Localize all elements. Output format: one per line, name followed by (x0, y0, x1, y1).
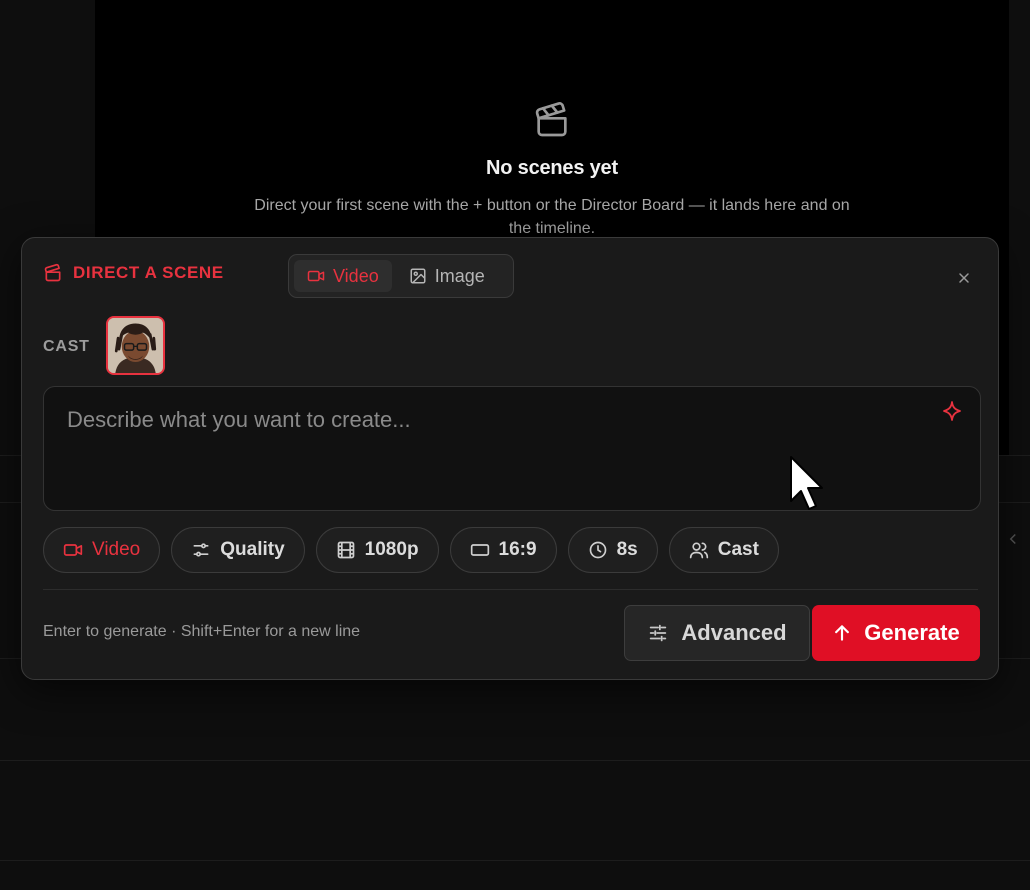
mode-video-button[interactable]: Video (294, 260, 392, 292)
empty-state-description: Direct your first scene with the + butto… (254, 197, 850, 237)
cast-label: CAST (43, 338, 90, 355)
aspect-ratio-icon (470, 544, 489, 556)
advanced-button[interactable]: Advanced (624, 605, 810, 661)
mode-video-label: Video (333, 265, 379, 286)
clapperboard-icon (44, 263, 61, 282)
chip-cast-label: Cast (717, 539, 759, 560)
sliders-icon (193, 543, 209, 557)
sparkle-icon[interactable] (940, 399, 964, 423)
prompt-input[interactable] (44, 387, 980, 510)
settings-chips: Video Quality 1080p 16:9 8s Cast (43, 527, 779, 573)
divider (0, 760, 1030, 761)
chip-duration-label: 8s (616, 539, 638, 560)
chip-video-label: Video (92, 539, 141, 560)
chip-duration[interactable]: 8s (567, 527, 658, 573)
video-icon (63, 544, 83, 556)
footer-actions: Advanced Generate (624, 605, 980, 661)
dialog-header: DIRECT A SCENE Video Image (43, 254, 978, 298)
chevron-icon[interactable] (1004, 530, 1022, 548)
empty-state: No scenes yet Direct your first scene wi… (95, 100, 1009, 240)
mode-image-label: Image (434, 265, 485, 286)
sliders-icon (650, 624, 667, 642)
direct-scene-dialog: DIRECT A SCENE Video Image CAST Describe… (21, 237, 999, 680)
chip-quality[interactable]: Quality (171, 527, 305, 573)
chip-aspect-ratio[interactable]: 16:9 (449, 527, 557, 573)
close-icon (959, 273, 969, 283)
advanced-label: Advanced (681, 620, 787, 645)
chip-aspect-ratio-label: 16:9 (498, 539, 537, 560)
chip-video[interactable]: Video (43, 527, 161, 573)
generate-button[interactable]: Generate (812, 605, 980, 661)
video-icon (307, 270, 325, 282)
chip-cast[interactable]: Cast (668, 527, 779, 573)
film-icon (337, 541, 355, 559)
close-button[interactable] (950, 264, 978, 292)
mode-image-button[interactable]: Image (396, 260, 498, 292)
generate-label: Generate (864, 620, 960, 645)
arrow-up-icon (835, 625, 850, 641)
clapperboard-icon (532, 100, 572, 140)
dialog-title: DIRECT A SCENE (43, 263, 224, 283)
dialog-title-text: DIRECT A SCENE (73, 263, 224, 282)
chip-quality-label: Quality (220, 539, 285, 560)
prompt-box (43, 386, 981, 511)
cast-row: CAST (43, 316, 343, 376)
chip-resolution-label: 1080p (364, 539, 419, 560)
keyboard-hint: Enter to generate · Shift+Enter for a ne… (43, 623, 361, 640)
empty-state-title: No scenes yet (486, 157, 618, 179)
avatar[interactable] (106, 316, 165, 375)
mode-toggle: Video Image (288, 254, 514, 298)
divider (43, 589, 978, 590)
chip-resolution[interactable]: 1080p (315, 527, 439, 573)
divider (0, 860, 1030, 861)
clock-icon (589, 541, 606, 559)
users-icon (689, 542, 708, 559)
image-icon (410, 268, 426, 284)
